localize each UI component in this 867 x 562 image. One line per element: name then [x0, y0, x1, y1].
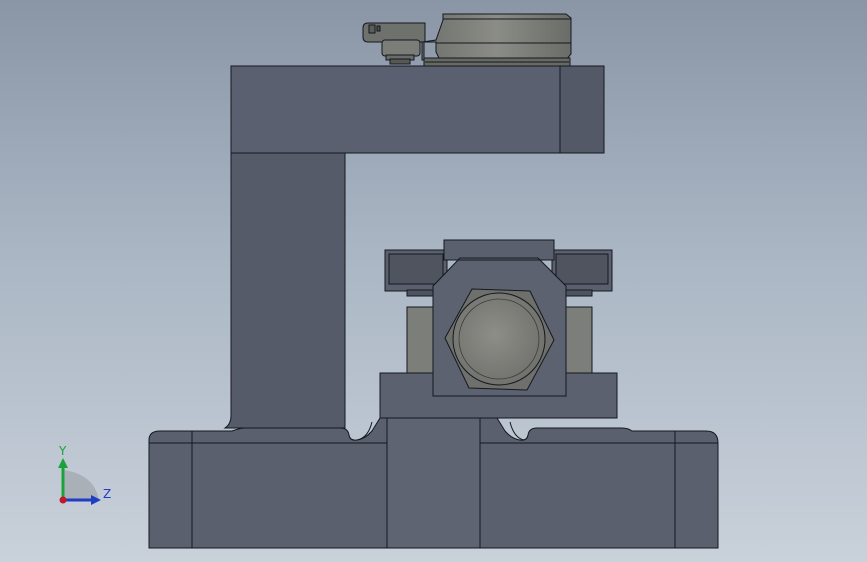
clamp-arm-end-face [559, 65, 605, 154]
cam-housing[interactable] [421, 13, 572, 61]
triad-origin-icon [59, 496, 67, 504]
vblock-top-cap[interactable] [443, 239, 555, 261]
clamp-screw-assembly[interactable] [362, 13, 572, 67]
fixture-assembly[interactable] [148, 13, 719, 549]
model-view[interactable]: Y Z [0, 0, 867, 562]
screw-thread [381, 39, 421, 57]
right-jaw-insert[interactable] [565, 306, 593, 374]
knob-slot-mark [376, 25, 381, 32]
y-axis-label: Y [58, 444, 67, 458]
round-shaft[interactable] [452, 292, 546, 386]
base-block[interactable] [148, 417, 719, 549]
cad-viewport[interactable]: Y Z [0, 0, 867, 562]
knob-slot [368, 24, 376, 34]
right-bracket-recess [555, 253, 609, 285]
screw-nut [389, 58, 411, 65]
left-jaw-insert[interactable] [406, 306, 434, 374]
base-center-slot[interactable] [386, 417, 481, 549]
triad-plane-fill [63, 470, 99, 500]
clamp-arm-column[interactable] [223, 152, 346, 429]
left-bracket-recess [388, 253, 444, 285]
coordinate-triad: Y Z [58, 444, 111, 505]
y-axis-arrow-icon [58, 458, 68, 468]
clamp-arm-top-bar[interactable] [230, 65, 605, 154]
z-axis-label: Z [103, 487, 111, 501]
